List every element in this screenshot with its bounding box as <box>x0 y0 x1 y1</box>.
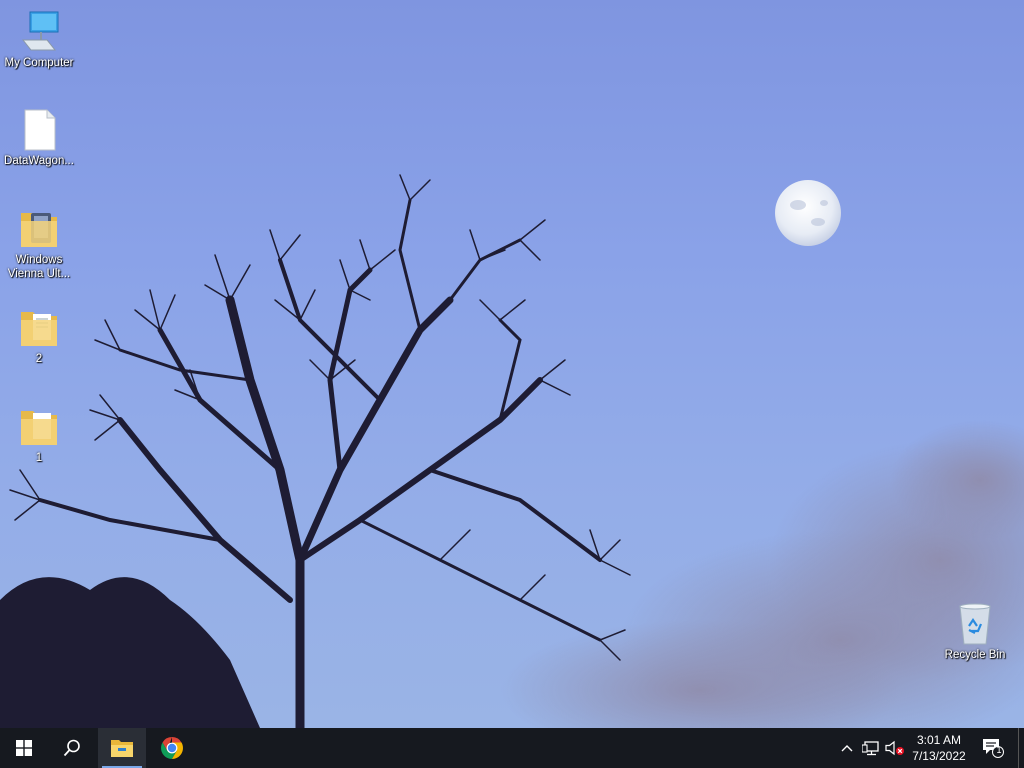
wallpaper <box>0 174 1024 728</box>
folder-icon <box>21 312 57 346</box>
show-desktop-button[interactable] <box>1018 728 1024 768</box>
folder-icon <box>21 213 57 247</box>
taskbar: 3:01 AM 7/13/2022 1 <box>0 728 1024 768</box>
file-explorer-icon <box>111 740 133 757</box>
taskbar-clock[interactable]: 3:01 AM 7/13/2022 <box>906 728 972 768</box>
desktop-icon-label: Recycle Bin <box>944 649 1006 661</box>
action-center-button[interactable]: 1 <box>980 728 1006 768</box>
start-button[interactable] <box>0 728 48 768</box>
clouds <box>500 420 1024 728</box>
taskbar-chrome-button[interactable] <box>148 728 196 768</box>
desktop-icon-folder-1[interactable]: 1 <box>0 405 78 465</box>
volume-muted-icon <box>885 740 904 756</box>
desktop-icon-recycle-bin[interactable]: Recycle Bin <box>936 602 1014 662</box>
search-icon <box>63 739 80 757</box>
desktop-icon-label: 1 <box>35 452 43 464</box>
desktop-icon-label: DataWagon... <box>4 155 74 167</box>
taskbar-file-explorer-button[interactable] <box>98 728 146 768</box>
tray-overflow-button[interactable] <box>836 728 858 768</box>
desktop-icon-datawagon[interactable]: DataWagon... <box>0 108 78 168</box>
search-button[interactable] <box>48 728 96 768</box>
desktop[interactable]: My Computer DataWagon... Windows Vienna … <box>0 0 1024 728</box>
windows-logo-icon <box>16 740 32 756</box>
desktop-icon-label: My Computer <box>4 57 74 69</box>
computer-icon <box>21 11 59 51</box>
clock-time: 3:01 AM <box>916 733 962 747</box>
desktop-icon-label: Windows Vienna Ult... <box>7 254 71 280</box>
desktop-icon-windows-vienna[interactable]: Windows Vienna Ult... <box>0 207 78 281</box>
desktop-icon-folder-2[interactable]: 2 <box>0 306 78 366</box>
moon <box>775 180 841 246</box>
hedge-silhouette <box>0 577 260 728</box>
folder-icon <box>21 411 57 445</box>
desktop-icon-my-computer[interactable]: My Computer <box>0 10 78 70</box>
chrome-icon <box>161 737 183 759</box>
network-icon <box>862 741 879 756</box>
clock-date: 7/13/2022 <box>912 749 966 763</box>
tray-volume-button[interactable] <box>884 728 906 768</box>
file-icon <box>24 109 56 151</box>
notification-count-badge: 1 <box>996 745 1002 755</box>
chevron-up-icon <box>841 745 853 752</box>
recycle-bin-icon <box>959 603 991 645</box>
tray-network-button[interactable] <box>860 728 882 768</box>
desktop-icon-label: 2 <box>35 353 43 365</box>
